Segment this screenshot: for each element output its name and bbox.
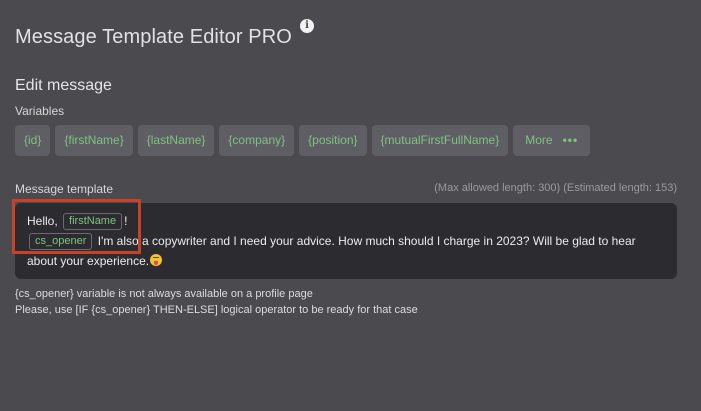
variable-tag-first-name[interactable]: firstName <box>63 213 123 231</box>
variable-chip-position[interactable]: {position} <box>299 125 367 156</box>
header: Message Template Editor PRO <box>15 26 292 49</box>
section-title: Edit message <box>15 77 112 94</box>
more-variables-button[interactable]: More ••• <box>513 125 591 156</box>
warning-note: {cs_opener} variable is not always avail… <box>15 286 418 318</box>
more-dots-icon: ••• <box>562 133 579 147</box>
tongue-wink-emoji-icon <box>150 254 163 266</box>
length-limits: (Max allowed length: 300) (Estimated len… <box>434 182 677 194</box>
variables-label: Variables <box>15 104 65 118</box>
variable-chip-last-name[interactable]: {lastName} <box>137 125 215 156</box>
note-line-1: {cs_opener} variable is not always avail… <box>15 288 313 300</box>
greeting-text: Hello, <box>27 214 58 228</box>
message-body-text: I'm also a copywriter and I need your ad… <box>27 234 636 268</box>
variable-chip-mutual-first-full-name[interactable]: {mutualFirstFullName} <box>371 125 509 156</box>
message-template-label: Message template <box>15 182 114 196</box>
info-icon[interactable]: i <box>300 19 314 33</box>
variable-tag-cs-opener[interactable]: cs_opener <box>29 233 93 251</box>
variable-chip-id[interactable]: {id} <box>15 125 51 156</box>
page-title: Message Template Editor PRO <box>15 26 292 48</box>
variable-chips: {id} {firstName} {lastName} {company} {p… <box>15 125 591 156</box>
message-template-editor[interactable]: Hello, firstName! cs_opener I'm also a c… <box>15 203 677 279</box>
variable-chip-first-name[interactable]: {firstName} <box>55 125 133 156</box>
variable-chip-company[interactable]: {company} <box>219 125 295 156</box>
note-line-2: Please, use [IF {cs_opener} THEN-ELSE] l… <box>15 304 418 316</box>
more-label: More <box>525 133 553 147</box>
exclaim-text: ! <box>124 214 128 228</box>
